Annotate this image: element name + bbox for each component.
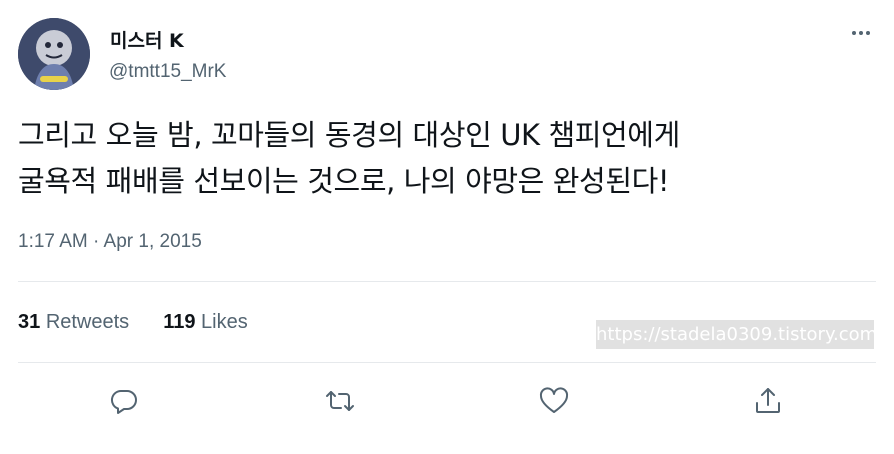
more-icon (852, 31, 856, 35)
divider (18, 281, 876, 282)
tweet-text-line: 그리고 오늘 밤, 꼬마들의 동경의 대상인 UK 챔피언에게 (18, 118, 680, 152)
likes-count: 119 (163, 311, 196, 333)
like-button[interactable] (536, 383, 572, 419)
avatar-image (18, 18, 90, 90)
likes-label: Likes (201, 311, 248, 333)
retweets-count: 31 (18, 311, 41, 333)
display-name[interactable]: 미스터 K (110, 26, 184, 53)
user-handle[interactable]: @tmtt15_MrK (109, 61, 226, 83)
retweet-icon (326, 391, 354, 411)
divider (18, 362, 876, 363)
tweet-text-line: 굴욕적 패배를 선보이는 것으로, 나의 야망은 완성된다! (18, 164, 670, 198)
share-button[interactable] (750, 383, 786, 419)
more-options-button[interactable] (846, 20, 876, 46)
more-icon-dot (859, 31, 863, 35)
retweets-label: Retweets (45, 311, 130, 333)
retweets-stat[interactable]: 31 Retweets (18, 311, 129, 334)
avatar[interactable] (18, 18, 90, 90)
retweet-button[interactable] (322, 383, 358, 419)
more-icon-dot (866, 31, 870, 35)
share-icon (756, 388, 780, 413)
reply-icon (110, 389, 137, 414)
reply-button[interactable] (106, 383, 142, 419)
tweet-text: 그리고 오늘 밤, 꼬마들의 동경의 대상인 UK 챔피언에게 굴욕적 패배를 … (18, 112, 878, 204)
like-icon (539, 387, 569, 413)
tweet-stats: 31 Retweets 119 Likes (18, 311, 248, 334)
watermark: https://stadela0309.tistory.com (596, 320, 877, 349)
tweet-timestamp[interactable]: 1:17 AM · Apr 1, 2015 (18, 231, 202, 253)
likes-stat[interactable]: 119 Likes (163, 311, 248, 334)
